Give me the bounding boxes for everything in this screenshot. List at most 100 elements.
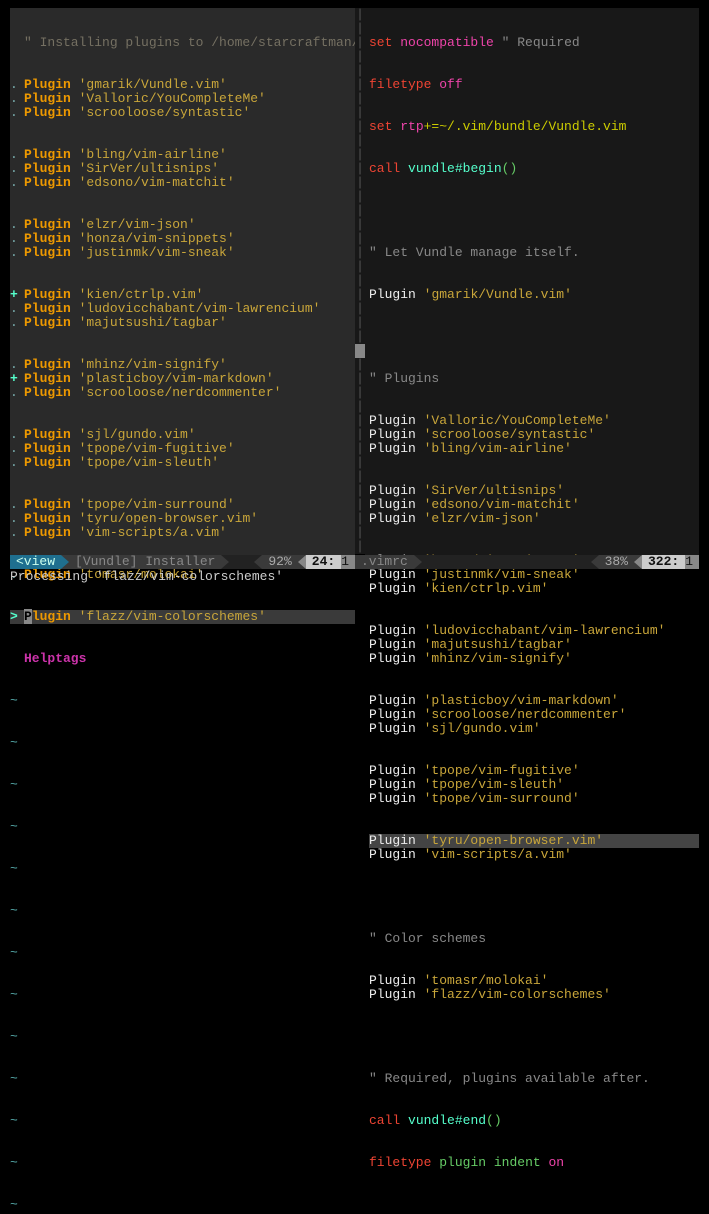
plugin-name: 'ludovicchabant/vim-lawrencium' [424,623,666,638]
plugin-kw: Plugin [369,511,416,526]
plugin-kw: Plugin [24,357,71,372]
plugin-name: 'kien/ctrlp.vim' [424,581,549,596]
arrow-icon [591,555,599,569]
plugin-kw: Plugin [24,441,71,456]
plugin-name: 'tpope/vim-surround' [79,497,235,512]
plugin-name: 'gmarik/Vundle.vim' [79,77,227,92]
plugin-name: 'justinmk/vim-sneak' [424,567,580,582]
plugin-name: 'bling/vim-airline' [424,441,572,456]
left-pane[interactable]: " Installing plugins to /home/starcraftm… [10,8,355,555]
vertical-split[interactable]: ||||||||||||||||||||||||||||||||||||||| [355,8,365,555]
plugin-name: 'honza/vim-snippets' [79,231,235,246]
plugin-kw: Plugin [24,147,71,162]
plugin-kw: Plugin [369,567,416,582]
percent-segment: 38% [599,555,634,569]
arrow-icon [61,555,69,569]
plugin-name: 'mhinz/vim-signify' [79,357,227,372]
plugin-kw: Plugin [24,385,71,400]
plugin-name: 'majutsushi/tagbar' [424,637,572,652]
plugin-kw: Plugin [24,497,71,512]
comment: " Let Vundle manage itself. [369,245,580,260]
plugin-kw: Plugin [369,763,416,778]
plugin-kw: Plugin [369,693,416,708]
plugin-name: 'tpope/vim-fugitive' [79,441,235,456]
plugin-kw: Plugin [24,371,71,386]
set-kw: set [369,35,392,50]
col-segment: 1 [341,555,355,569]
plugin-name: 'ludovicchabant/vim-lawrencium' [79,301,321,316]
plugin-kw: Plugin [24,161,71,176]
plugin-kw: Plugin [24,427,71,442]
tilde: ~ [10,693,18,708]
plugin-name: 'sjl/gundo.vim' [424,721,541,736]
plugin-name: 'Valloric/YouCompleteMe' [424,413,611,428]
plugin-name: 'elzr/vim-json' [79,217,196,232]
plugin-kw: Plugin [24,245,71,260]
plugin-kw: Plugin [369,637,416,652]
arrow-icon [254,555,262,569]
plugin-kw: Plugin [369,847,416,862]
editor: " Installing plugins to /home/starcraftm… [10,8,699,555]
plugin-name: 'scrooloose/syntastic' [79,105,251,120]
line-segment: 24: [306,555,341,569]
percent-segment: 92% [262,555,297,569]
plugin-name: 'edsono/vim-matchit' [79,175,235,190]
plugin-name: 'scrooloose/syntastic' [424,427,596,442]
plugin-name: 'flazz/vim-colorschemes' [79,609,266,624]
plugin-kw: Plugin [369,441,416,456]
plugin-name: 'edsono/vim-matchit' [424,497,580,512]
plugin-kw: Plugin [24,301,71,316]
plugin-name: 'scrooloose/nerdcommenter' [79,385,282,400]
plugin-name: 'tyru/open-browser.vim' [79,511,258,526]
plugin-kw: Plugin [369,483,416,498]
statusline: <view [Vundle] Installer 92% 24: 1 .vimr… [10,555,699,569]
plugin-kw: Plugin [24,287,71,302]
plugin-name: 'plasticboy/vim-markdown' [79,371,274,386]
plugin-kw: Plugin [369,707,416,722]
filename-segment: .vimrc [355,555,414,569]
plugin-name: 'tyru/open-browser.vim' [424,833,603,848]
plugin-kw: Plugin [24,175,71,190]
plugin-kw: Plugin [369,777,416,792]
buffer-name: [Vundle] Installer [69,555,221,569]
plugin-name: 'vim-scripts/a.vim' [79,525,227,540]
plugin-name: 'sjl/gundo.vim' [79,427,196,442]
call-kw: call [369,161,400,176]
plugin-kw: Plugin [369,721,416,736]
plugin-kw: Plugin [369,413,416,428]
arrow-icon [414,555,422,569]
plugin-name: 'tpope/vim-sleuth' [424,777,564,792]
plugin-kw: Plugin [24,77,71,92]
plugin-name: 'SirVer/ultisnips' [79,161,219,176]
helptags: Helptags [24,651,86,666]
plugin-kw: Plugin [24,455,71,470]
arrow-icon [634,555,642,569]
plugin-kw: Plugin [369,497,416,512]
plugin-kw: Plugin [24,525,71,540]
plugin-name: 'vim-scripts/a.vim' [424,847,572,862]
arrow-icon [298,555,306,569]
right-pane[interactable]: set nocompatible " Required filetype off… [365,8,699,555]
arrow-icon [221,555,229,569]
plugin-name: 'plasticboy/vim-markdown' [424,693,619,708]
plugin-name: 'tpope/vim-fugitive' [424,763,580,778]
plugin-name: 'kien/ctrlp.vim' [79,287,204,302]
statusline-left: <view [Vundle] Installer 92% 24: 1 [10,555,355,569]
plugin-kw: Plugin [369,427,416,442]
statusline-right: .vimrc 38% 322: 1 [355,555,699,569]
plugin-kw: Plugin [24,315,71,330]
plugin-kw: Plugin [369,833,416,848]
line-segment: 322: [642,555,685,569]
plugin-name: 'scrooloose/nerdcommenter' [424,707,627,722]
mode-segment: <view [10,555,61,569]
plugin-kw: Plugin [24,511,71,526]
col-segment: 1 [685,555,699,569]
plugin-name: 'Valloric/YouCompleteMe' [79,91,266,106]
plugin-kw: Plugin [369,623,416,638]
plugin-name: 'elzr/vim-json' [424,511,541,526]
plugin-kw: Plugin [24,231,71,246]
plugin-kw: Plugin [24,609,71,624]
plugin-kw: Plugin [369,791,416,806]
plugin-name: 'bling/vim-airline' [79,147,227,162]
plugin-name: 'justinmk/vim-sneak' [79,245,235,260]
